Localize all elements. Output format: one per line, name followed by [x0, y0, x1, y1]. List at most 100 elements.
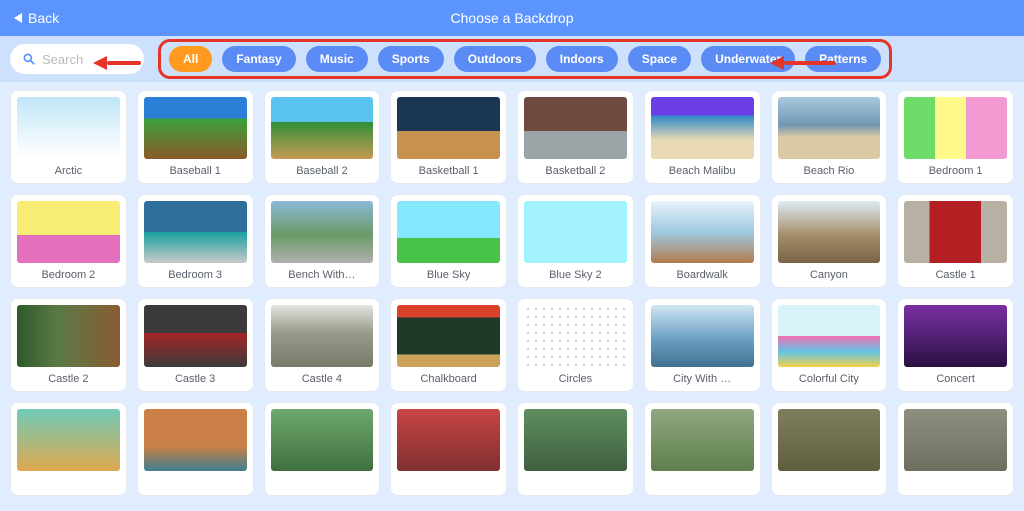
- page-title: Choose a Backdrop: [451, 10, 574, 26]
- backdrop-card[interactable]: Bedroom 3: [137, 194, 254, 288]
- backdrop-label: Castle 1: [935, 269, 975, 283]
- backdrop-card[interactable]: Colorful City: [771, 298, 888, 392]
- backdrop-thumbnail: [17, 305, 120, 367]
- backdrop-card[interactable]: Castle 3: [137, 298, 254, 392]
- backdrop-label: Bedroom 3: [168, 269, 222, 283]
- backdrop-thumbnail: [904, 201, 1007, 263]
- backdrop-thumbnail: [397, 409, 500, 471]
- backdrop-thumbnail: [271, 201, 374, 263]
- backdrop-thumbnail: [524, 409, 627, 471]
- backdrop-thumbnail: [17, 409, 120, 471]
- backdrop-thumbnail: [144, 409, 247, 471]
- backdrop-thumbnail: [271, 305, 374, 367]
- backdrop-card[interactable]: [644, 402, 761, 496]
- backdrop-card[interactable]: Chalkboard: [390, 298, 507, 392]
- backdrop-card[interactable]: Castle 4: [264, 298, 381, 392]
- backdrop-card[interactable]: Basketball 1: [390, 90, 507, 184]
- backdrop-thumbnail: [778, 305, 881, 367]
- backdrop-label: Bedroom 2: [41, 269, 95, 283]
- backdrop-thumbnail: [651, 201, 754, 263]
- category-chips: All Fantasy Music Sports Outdoors Indoors Spac…: [158, 39, 892, 79]
- filter-bar: All Fantasy Music Sports Outdoors Indoors Spac…: [0, 36, 1024, 82]
- backdrop-thumbnail: [17, 201, 120, 263]
- backdrop-label: Circles: [559, 373, 593, 387]
- backdrop-label: Castle 2: [48, 373, 88, 387]
- category-chip-fantasy[interactable]: Fantasy: [222, 46, 295, 72]
- backdrop-card[interactable]: Boardwalk: [644, 194, 761, 288]
- backdrop-label: Blue Sky: [427, 269, 470, 283]
- category-chip-indoors[interactable]: Indoors: [546, 46, 618, 72]
- backdrop-card[interactable]: Beach Rio: [771, 90, 888, 184]
- backdrop-card[interactable]: Blue Sky: [390, 194, 507, 288]
- backdrop-thumbnail: [904, 305, 1007, 367]
- backdrop-card[interactable]: Baseball 1: [137, 90, 254, 184]
- backdrop-card[interactable]: Bench With…: [264, 194, 381, 288]
- backdrop-thumbnail: [524, 305, 627, 367]
- category-chip-outdoors[interactable]: Outdoors: [454, 46, 536, 72]
- backdrop-thumbnail: [271, 409, 374, 471]
- backdrop-card[interactable]: [390, 402, 507, 496]
- backdrop-thumbnail: [17, 97, 120, 159]
- backdrop-label: Baseball 1: [169, 165, 220, 179]
- backdrop-card[interactable]: Beach Malibu: [644, 90, 761, 184]
- category-chip-all[interactable]: All: [169, 46, 212, 72]
- backdrop-label: City With …: [673, 373, 731, 387]
- backdrop-thumbnail: [397, 97, 500, 159]
- backdrop-card[interactable]: Bedroom 1: [897, 90, 1014, 184]
- backdrop-label: Canyon: [810, 269, 848, 283]
- category-chip-patterns[interactable]: Patterns: [805, 46, 881, 72]
- backdrop-card[interactable]: [897, 402, 1014, 496]
- backdrop-label: Arctic: [55, 165, 83, 179]
- backdrop-card[interactable]: Concert: [897, 298, 1014, 392]
- backdrop-card[interactable]: Castle 1: [897, 194, 1014, 288]
- backdrop-card[interactable]: Arctic: [10, 90, 127, 184]
- backdrop-card[interactable]: [264, 402, 381, 496]
- backdrop-card[interactable]: Baseball 2: [264, 90, 381, 184]
- search-input[interactable]: [42, 52, 132, 67]
- backdrop-card[interactable]: [517, 402, 634, 496]
- backdrop-thumbnail: [144, 305, 247, 367]
- backdrop-label: Bedroom 1: [929, 165, 983, 179]
- backdrop-card[interactable]: Circles: [517, 298, 634, 392]
- backdrop-thumbnail: [651, 305, 754, 367]
- backdrop-card[interactable]: [771, 402, 888, 496]
- backdrop-card[interactable]: [10, 402, 127, 496]
- backdrop-thumbnail: [524, 97, 627, 159]
- backdrop-card[interactable]: Canyon: [771, 194, 888, 288]
- backdrop-label: Basketball 1: [419, 165, 479, 179]
- backdrop-thumbnail: [778, 409, 881, 471]
- backdrop-thumbnail: [144, 97, 247, 159]
- backdrop-card[interactable]: [137, 402, 254, 496]
- backdrop-label: Baseball 2: [296, 165, 347, 179]
- backdrop-card[interactable]: Castle 2: [10, 298, 127, 392]
- backdrop-thumbnail: [271, 97, 374, 159]
- backdrop-card[interactable]: Basketball 2: [517, 90, 634, 184]
- backdrop-thumbnail: [778, 201, 881, 263]
- backdrop-label: Beach Rio: [803, 165, 854, 179]
- backdrop-thumbnail: [651, 97, 754, 159]
- category-chip-sports[interactable]: Sports: [378, 46, 444, 72]
- backdrop-thumbnail: [651, 409, 754, 471]
- search-box[interactable]: [10, 44, 144, 74]
- backdrop-thumbnail: [904, 409, 1007, 471]
- backdrop-label: Colorful City: [799, 373, 859, 387]
- back-label: Back: [28, 10, 59, 26]
- backdrop-card[interactable]: Blue Sky 2: [517, 194, 634, 288]
- backdrop-card[interactable]: Bedroom 2: [10, 194, 127, 288]
- back-button[interactable]: Back: [0, 0, 73, 36]
- backdrop-thumbnail: [397, 201, 500, 263]
- backdrop-label: Castle 3: [175, 373, 215, 387]
- header-bar: Back Choose a Backdrop: [0, 0, 1024, 36]
- backdrop-card[interactable]: City With …: [644, 298, 761, 392]
- category-chip-music[interactable]: Music: [306, 46, 368, 72]
- category-chip-space[interactable]: Space: [628, 46, 691, 72]
- backdrop-label: Boardwalk: [676, 269, 727, 283]
- search-icon: [22, 52, 36, 66]
- backdrop-label: Bench With…: [288, 269, 355, 283]
- backdrop-thumbnail: [397, 305, 500, 367]
- backdrop-label: Blue Sky 2: [549, 269, 602, 283]
- backdrop-thumbnail: [778, 97, 881, 159]
- backdrop-label: Chalkboard: [420, 373, 476, 387]
- backdrop-label: Concert: [936, 373, 975, 387]
- category-chip-underwater[interactable]: Underwater: [701, 46, 795, 72]
